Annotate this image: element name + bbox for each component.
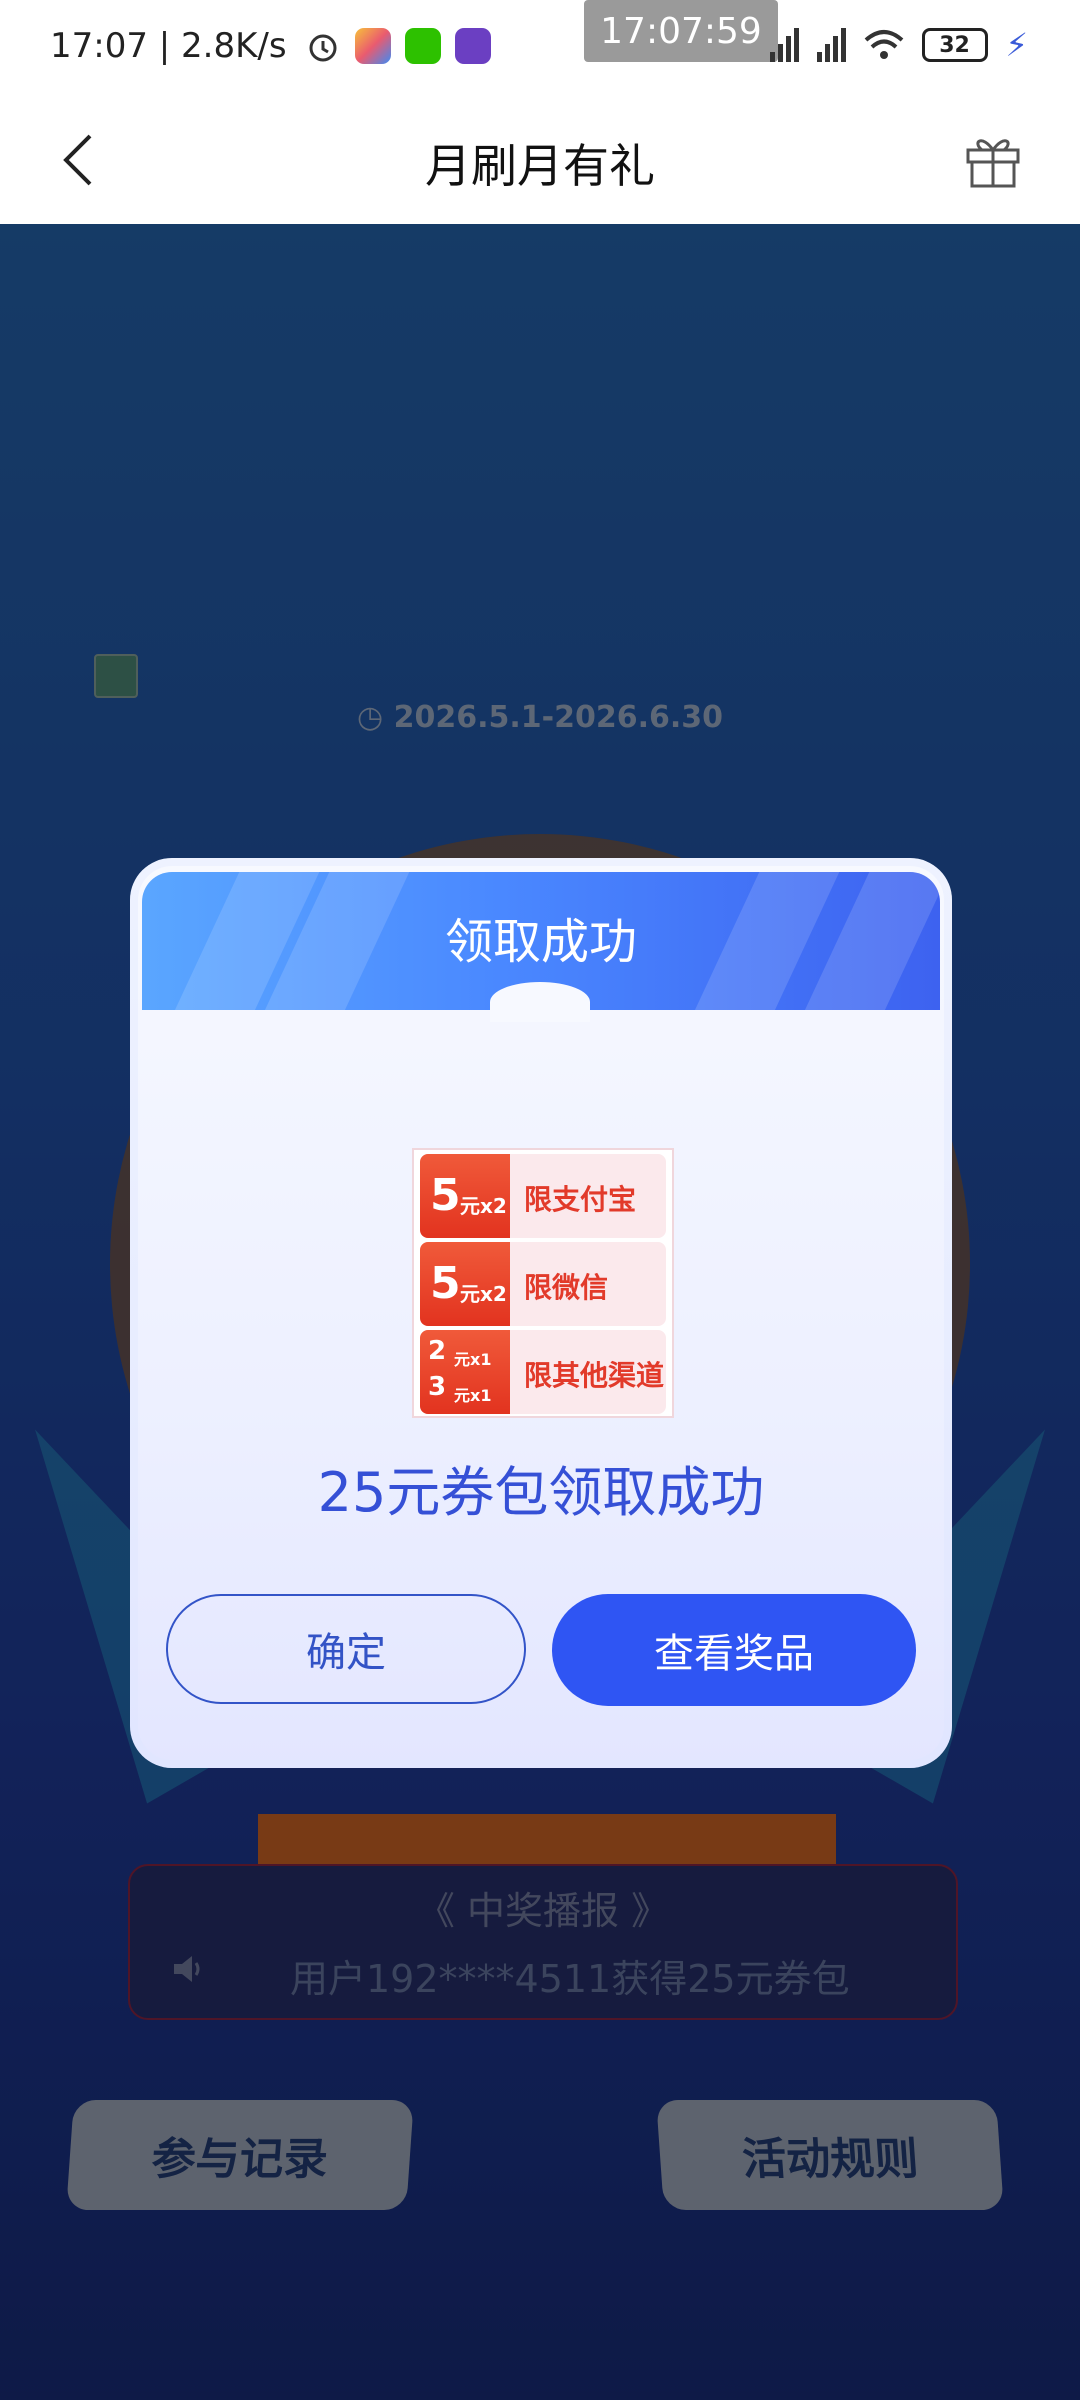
signal-hd-icon <box>816 28 846 62</box>
coupon-amount: 5 元x2 <box>420 1242 510 1326</box>
clock-overlay: 17:07:59 <box>584 0 778 62</box>
tieba-icon <box>454 28 491 64</box>
coupon-row: 5 元x2 限微信 <box>420 1242 666 1326</box>
nav-bar: 月刷月有礼 <box>0 96 1080 225</box>
charging-icon: ⚡ <box>1005 26 1028 64</box>
success-message: 25元券包领取成功 <box>317 1461 765 1524</box>
status-time-speed: 17:07 | 2.8K/s <box>50 26 287 66</box>
status-app-icons <box>305 28 491 64</box>
confirm-button[interactable]: 确定 <box>166 1594 526 1704</box>
coupon-label: 限微信 <box>524 1271 609 1304</box>
status-right: 32 ⚡ <box>769 26 1028 64</box>
status-left: 17:07 | 2.8K/s <box>50 26 491 66</box>
alarm-icon <box>309 34 337 62</box>
coupon-row: 2 元x1 3 元x1 限其他渠道 <box>420 1330 666 1414</box>
coupon-label: 限支付宝 <box>524 1183 637 1216</box>
dialog-title: 领取成功 <box>444 914 637 970</box>
header-notch <box>490 982 590 1022</box>
page-title: 月刷月有礼 <box>425 139 655 193</box>
coupon-label: 限其他渠道 <box>524 1359 665 1392</box>
coupon-amount: 5 元x2 <box>420 1154 510 1238</box>
wifi-icon <box>864 30 903 59</box>
coupon-pack-image: 5 元x2 限支付宝 5 元x2 限微信 2 元x1 3 元x1 限其他渠道 <box>412 1148 674 1418</box>
signal-icon <box>769 28 799 62</box>
wechat-icon <box>404 28 441 64</box>
status-bar: 17:07 | 2.8K/s 17:07:59 32 ⚡ <box>0 0 1080 96</box>
success-dialog: 领取成功 5 元x2 限支付宝 5 元x2 限微信 2 元x1 3 元x1 限其… <box>130 858 952 1768</box>
gift-icon[interactable] <box>962 128 1024 190</box>
view-prize-button[interactable]: 查看奖品 <box>552 1594 916 1706</box>
coupon-amount: 2 元x1 3 元x1 <box>420 1330 510 1414</box>
app-notification-icon <box>354 28 391 64</box>
battery-indicator: 32 <box>921 28 988 62</box>
coupon-row: 5 元x2 限支付宝 <box>420 1154 666 1238</box>
